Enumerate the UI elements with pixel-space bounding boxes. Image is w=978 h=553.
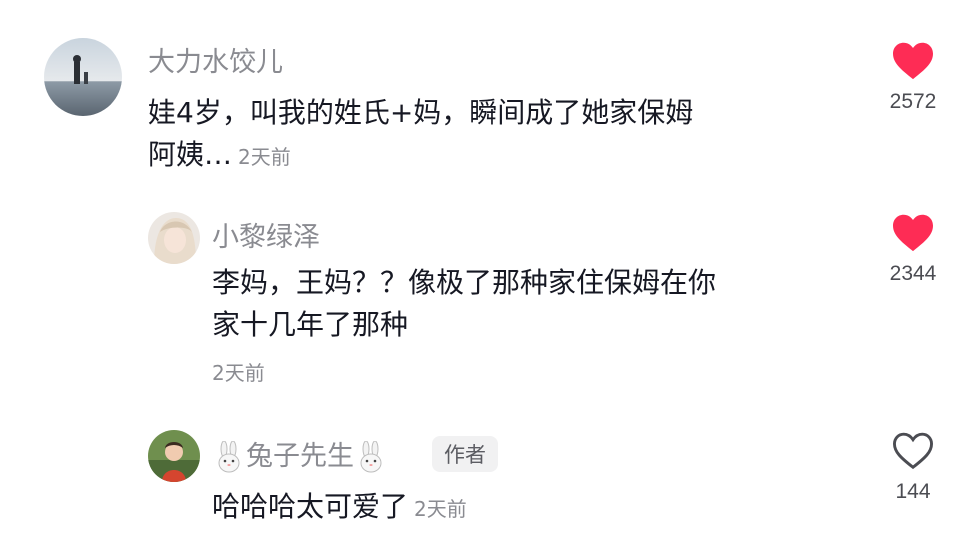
avatar[interactable]: [148, 430, 200, 482]
like-count: 2344: [889, 262, 937, 285]
avatar[interactable]: [148, 212, 200, 264]
timestamp: 2天前: [414, 497, 467, 521]
comment-text: 娃4岁，叫我的姓氏+妈，瞬间成了她家保姆 阿姨… 2天前: [148, 92, 868, 178]
like-button[interactable]: 2344: [873, 212, 953, 286]
heart-filled-icon: [893, 214, 933, 252]
avatar[interactable]: [44, 38, 122, 116]
comment-item: 兔子先生 作者 哈哈哈太可爱了 2天前 144: [0, 410, 978, 553]
rabbit-icon: [218, 440, 240, 472]
comment-item: 小黎绿泽 李妈，王妈？？像极了那种家住保姆在你 家十几年了那种 2天前 2344: [0, 195, 978, 395]
username[interactable]: 兔子先生: [212, 434, 388, 475]
comment-text-line: 李妈，王妈？？像极了那种家住保姆在你: [212, 266, 717, 299]
username-text: 兔子先生: [246, 441, 354, 472]
like-button[interactable]: 144: [873, 430, 953, 504]
comment-text-line: 哈哈哈太可爱了: [212, 490, 409, 523]
comment-text-continuation: 阿姨…: [148, 138, 233, 171]
author-badge: 作者: [432, 436, 498, 472]
comment-text-line: 家十几年了那种: [212, 308, 409, 341]
like-count: 2572: [889, 90, 937, 113]
heart-outline-icon: [892, 432, 934, 470]
timestamp: 2天前: [238, 145, 291, 169]
comment-item: 大力水饺儿 娃4岁，叫我的姓氏+妈，瞬间成了她家保姆 阿姨… 2天前 2572: [0, 0, 978, 190]
comment-text: 哈哈哈太可爱了 2天前: [212, 486, 812, 530]
username[interactable]: 小黎绿泽: [212, 215, 320, 254]
comment-text-line: 娃4岁，叫我的姓氏+妈，瞬间成了她家保姆: [148, 96, 694, 129]
like-count: 144: [895, 480, 931, 503]
timestamp: 2天前: [212, 361, 265, 385]
comment-text-line: 阿姨… 2天前: [148, 134, 868, 178]
heart-filled-icon: [893, 42, 933, 80]
like-button[interactable]: 2572: [873, 40, 953, 114]
comment-text: 李妈，王妈？？像极了那种家住保姆在你 家十几年了那种: [212, 262, 852, 346]
username[interactable]: 大力水饺儿: [148, 40, 283, 79]
rabbit-icon: [360, 440, 382, 472]
